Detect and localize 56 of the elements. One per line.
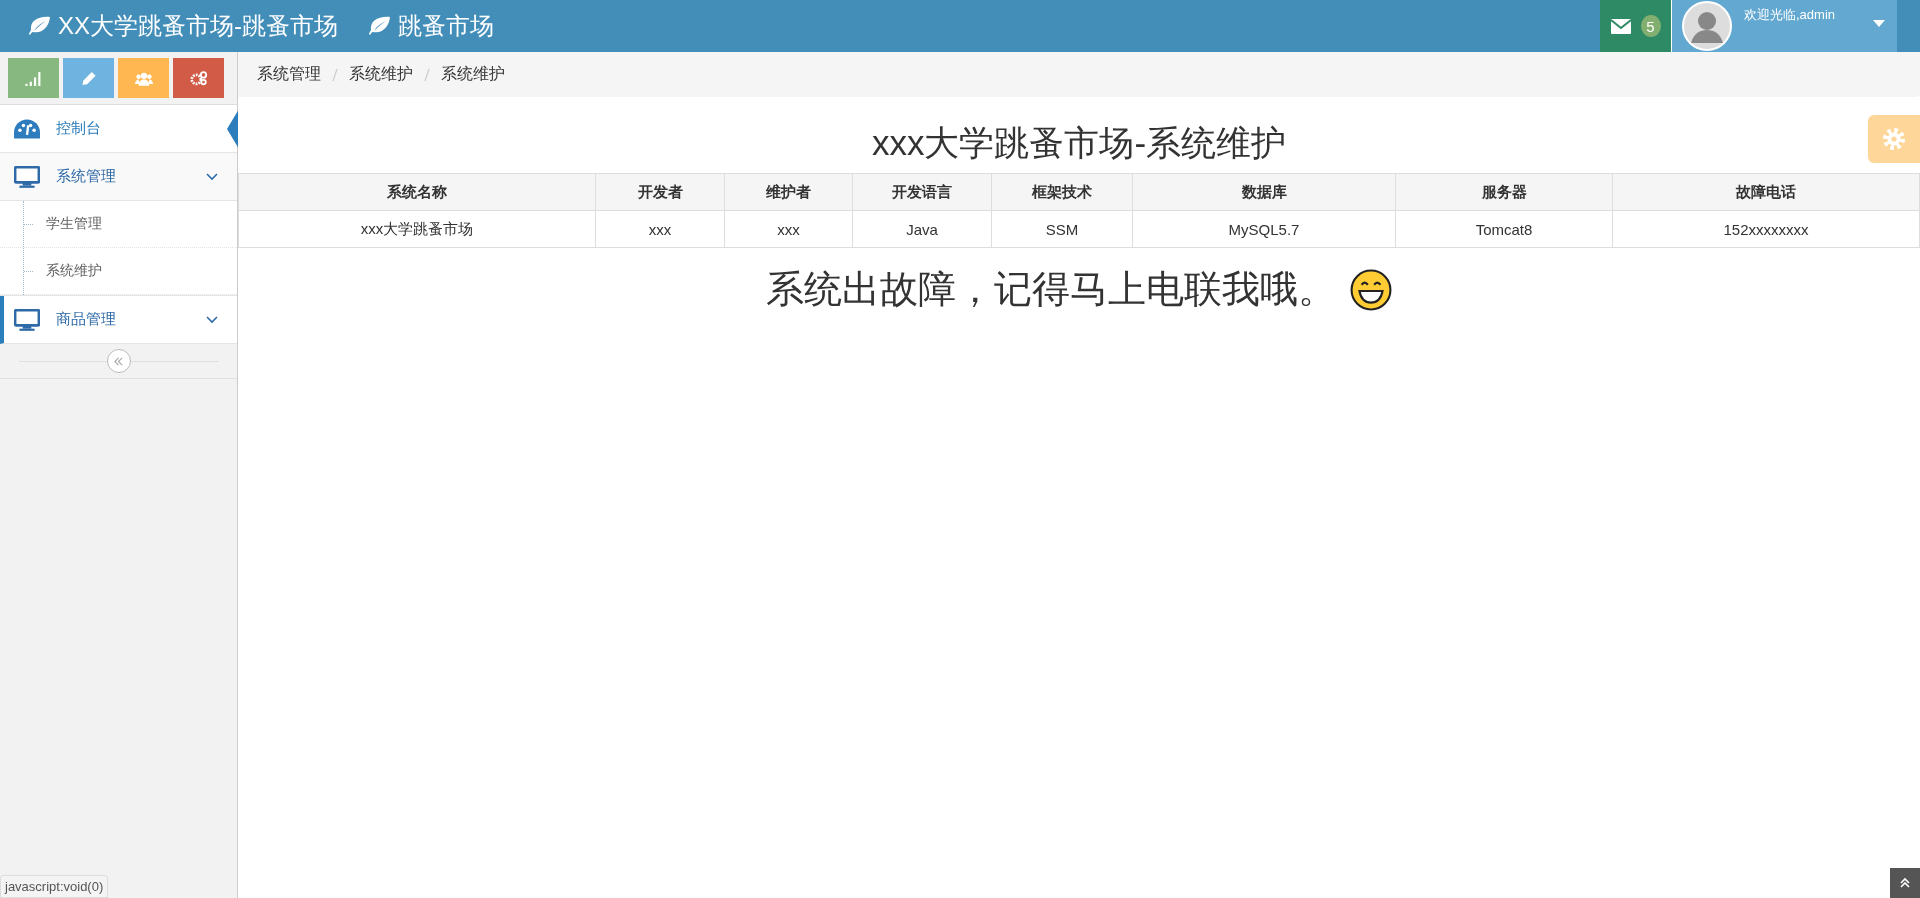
double-chevron-up-icon [1899,877,1911,889]
gears-icon [189,70,208,86]
breadcrumb-link[interactable]: 系统维护 [441,64,505,85]
site-title[interactable]: XX大学跳蚤市场-跳蚤市场 [58,10,338,42]
caret-icon [1873,20,1885,27]
slash-separator-icon [332,67,338,82]
message-count-badge: 5 [1640,15,1661,37]
column-header: 服务器 [1395,173,1613,211]
grinning-face-icon [1350,268,1392,311]
chevron-down-icon [206,172,218,181]
chevron-down-icon [206,315,218,324]
users-icon [134,70,153,86]
scroll-to-top-button[interactable] [1890,868,1920,898]
sidebar-item[interactable]: 系统管理 [0,153,237,201]
table-cell: xxx [595,210,725,248]
table-cell: xxx大学跳蚤市场 [238,210,596,248]
sidebar-subitem[interactable]: 系统维护 [0,248,237,295]
leaf-icon [368,16,392,36]
envelope-icon [1610,18,1631,34]
sidebar-item[interactable]: 控制台 [0,105,237,153]
table-cell: xxx [724,210,853,248]
pencil-shortcut-button[interactable] [63,58,114,98]
notice-message: 系统出故障，记得马上电联我哦。 [766,267,1336,312]
table-cell: Java [852,210,992,248]
site-subtitle[interactable]: 跳蚤市场 [398,10,494,42]
chart-shortcut-button[interactable] [8,58,59,98]
table-cell: 152xxxxxxxx [1612,210,1920,248]
column-header: 故障电话 [1612,173,1920,211]
slash-separator-icon [424,67,430,82]
user-greeting: 欢迎光临,admin [1744,6,1836,24]
column-header: 维护者 [724,173,853,211]
sidebar-item[interactable]: 商品管理 [0,296,237,344]
status-link-tooltip: javascript:void(0) [0,875,109,898]
breadcrumb-link[interactable]: 系统管理 [257,64,321,85]
table-cell: Tomcat8 [1395,210,1613,248]
users-shortcut-button[interactable] [118,58,169,98]
column-header: 系统名称 [238,173,596,211]
settings-button[interactable] [1868,115,1920,163]
breadcrumb-link[interactable]: 系统维护 [349,64,413,85]
column-header: 数据库 [1132,173,1396,211]
double-chevron-left-icon [113,356,124,366]
monitor-icon [14,165,40,188]
cogs-shortcut-button[interactable] [173,58,224,98]
settings-icon [1881,126,1907,152]
signal-bars-icon [24,70,43,86]
column-header: 框架技术 [991,173,1133,211]
table-cell: SSM [991,210,1133,248]
column-header: 开发者 [595,173,725,211]
leaf-icon [28,16,52,36]
page-title: xxx大学跳蚤市场-系统维护 [871,122,1287,164]
dashboard-icon [14,117,40,140]
column-header: 开发语言 [852,173,992,211]
monitor-icon [14,308,40,331]
collapse-sidebar-button[interactable] [106,349,131,373]
table-cell: MySQL5.7 [1132,210,1396,248]
sidebar-subitem[interactable]: 学生管理 [0,201,237,248]
